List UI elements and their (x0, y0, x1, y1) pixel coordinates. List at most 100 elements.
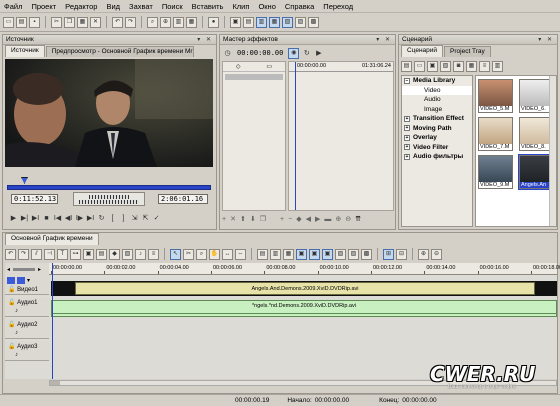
remove-icon[interactable]: ✕ (230, 215, 236, 223)
source-playhead[interactable] (21, 177, 28, 184)
add-key-icon[interactable]: + (280, 216, 284, 223)
timeline-ruler[interactable]: 00:00:00.00 00:00:02.00 00:00:04.00 00:00:0… (49, 263, 560, 275)
zoom-tool-icon[interactable]: ⌕ (196, 248, 207, 260)
layout-2-icon[interactable]: ▤ (243, 16, 254, 28)
effects-refresh-icon[interactable]: ↻ (302, 49, 311, 57)
view-mode-4-icon[interactable]: ▣ (296, 248, 307, 260)
loop-icon[interactable]: ↻ (97, 214, 106, 222)
tree-item[interactable]: Audio (402, 95, 472, 105)
redo-icon[interactable]: ↷ (125, 16, 136, 28)
layout-1-icon[interactable]: ▣ (230, 16, 241, 28)
tl-marker-icon[interactable]: ◆ (109, 248, 120, 260)
razor-tool-icon[interactable]: ✂ (183, 248, 194, 260)
audio2-volume-icon[interactable]: ♪ (5, 330, 49, 336)
step-forward-icon[interactable]: I▶ (75, 214, 84, 222)
stop-icon[interactable]: ■ (42, 215, 51, 222)
tl-text-icon[interactable]: T (57, 248, 68, 260)
view-mode-6-icon[interactable]: ▣ (322, 248, 333, 260)
snap-icon[interactable]: ⊞ (383, 248, 394, 260)
expand-icon[interactable]: + (404, 153, 410, 160)
remove-key-icon[interactable]: − (288, 216, 292, 223)
select-tool-icon[interactable]: ↖ (170, 248, 181, 260)
play-in-out-icon[interactable]: ▶| (20, 214, 29, 222)
audio1-volume-icon[interactable]: ♪ (5, 308, 49, 314)
tree-item[interactable]: Image (402, 105, 472, 115)
zoom-minus-icon[interactable]: ◂ (7, 266, 10, 273)
go-end-icon[interactable]: ▶I (86, 214, 95, 222)
tab-source[interactable]: Источник (5, 45, 45, 57)
layout-7-icon[interactable]: ▩ (308, 16, 319, 28)
menu-item[interactable]: Вставить (192, 2, 224, 11)
view-mode-5-icon[interactable]: ▣ (309, 248, 320, 260)
step-back-icon[interactable]: ◀I (64, 214, 73, 222)
effects-playhead[interactable] (295, 62, 296, 210)
copy-icon[interactable]: ❐ (260, 215, 266, 223)
tree-item[interactable]: + Overlay (402, 133, 472, 143)
tree-item[interactable]: + Audio фильтры (402, 152, 472, 162)
effects-play-icon[interactable]: ▶ (314, 49, 323, 57)
go-start-icon[interactable]: I◀ (53, 214, 62, 222)
tl-mixer-icon[interactable]: ≡ (148, 248, 159, 260)
zoom-out-icon[interactable]: ⊖ (431, 248, 442, 260)
jog-shuttle[interactable] (73, 192, 145, 206)
thumbnails-scrollbar[interactable] (549, 76, 556, 226)
media-thumbnail[interactable]: VIDEO_5.M (478, 79, 513, 113)
undo-icon[interactable]: ↶ (112, 16, 123, 28)
add-icon[interactable]: + (222, 216, 226, 223)
folder-icon[interactable]: ▭ (414, 60, 425, 72)
layout-5-icon[interactable]: ▧ (282, 16, 293, 28)
tab-project-tray[interactable]: Project Tray (444, 46, 491, 57)
expand-icon[interactable]: + (404, 144, 410, 151)
menu-item[interactable]: Редактор (65, 2, 97, 11)
view-mode-3-icon[interactable]: ▦ (283, 248, 294, 260)
next-key-icon[interactable]: ▶ (315, 215, 320, 223)
mark-in-icon[interactable]: [ (108, 215, 117, 222)
tree-item[interactable]: + Video Filter (402, 143, 472, 153)
menu-item[interactable]: Клип (232, 2, 249, 11)
play-icon[interactable]: ▶ (9, 214, 18, 222)
collapse-icon[interactable]: − (404, 77, 410, 84)
track-lock-icon[interactable] (17, 277, 25, 284)
layout-3-icon[interactable]: ▥ (256, 16, 267, 28)
shuttle-bar[interactable] (79, 200, 139, 204)
import-icon[interactable]: ▣ (427, 60, 438, 72)
fit-icon[interactable]: ↔ (222, 248, 233, 260)
tl-group-icon[interactable]: ▣ (83, 248, 94, 260)
track-expand-icon[interactable]: ▾ (27, 277, 30, 284)
menu-item[interactable]: Переход (323, 2, 353, 11)
zoom-in-icon[interactable]: ⊕ (418, 248, 429, 260)
menu-item[interactable]: Проект (31, 2, 56, 11)
key-align-icon[interactable]: ▬ (324, 216, 331, 223)
view-mode-7-icon[interactable]: ▧ (335, 248, 346, 260)
media-thumbnails[interactable]: VIDEO_5.M VIDEO_6. VIDEO_7.M VIDEO_8. VIDEO_… (475, 75, 557, 227)
effects-slider[interactable] (225, 74, 283, 80)
view-mode-9-icon[interactable]: ▩ (361, 248, 372, 260)
find-icon[interactable]: ⌕ (147, 16, 158, 28)
jog-wheel[interactable] (89, 195, 129, 199)
tl-undo-icon[interactable]: ↶ (5, 248, 16, 260)
layout-6-icon[interactable]: ▨ (295, 16, 306, 28)
save-icon[interactable]: ▪ (29, 16, 40, 28)
expand-icon[interactable]: + (404, 134, 410, 141)
tl-redo-icon[interactable]: ↷ (18, 248, 29, 260)
tl-split-icon[interactable]: ⫽ (31, 248, 42, 260)
menu-item[interactable]: Вид (106, 2, 120, 11)
import-folder-icon[interactable]: ▧ (440, 60, 451, 72)
ripple-icon[interactable]: ⊟ (396, 248, 407, 260)
lock-icon[interactable]: 🔓 (8, 322, 15, 328)
cut-icon[interactable]: ✂ (51, 16, 62, 28)
source-scrub-bar[interactable] (7, 185, 211, 190)
up-icon[interactable]: ⬆ (240, 215, 246, 223)
layout-4-icon[interactable]: ▦ (269, 16, 280, 28)
open-folder-icon[interactable]: ▤ (16, 16, 27, 28)
zoom-out-effects-icon[interactable]: ⊖ (345, 215, 351, 223)
collapse-icon[interactable]: ⇈ (355, 215, 361, 223)
menu-item[interactable]: Захват (129, 2, 153, 11)
tl-link-icon[interactable]: ⊶ (70, 248, 81, 260)
menu-item[interactable]: Окно (258, 2, 275, 11)
lock-icon[interactable]: 🔓 (8, 300, 15, 306)
expand-icon[interactable]: + (404, 115, 410, 122)
new-folder-icon[interactable]: ▦ (466, 60, 477, 72)
check-icon[interactable]: ✓ (152, 214, 161, 222)
delete-icon[interactable]: ✕ (90, 16, 101, 28)
